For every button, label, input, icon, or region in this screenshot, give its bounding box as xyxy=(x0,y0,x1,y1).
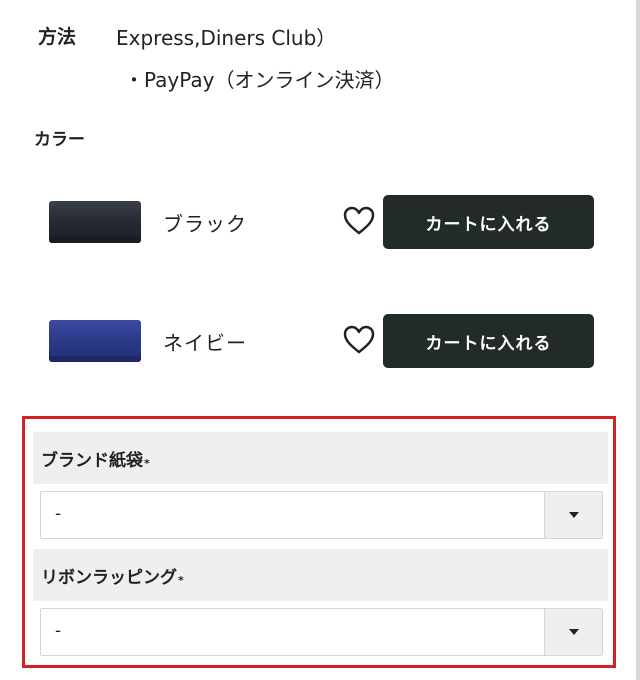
add-to-cart-button[interactable]: カートに入れる xyxy=(383,314,594,368)
payment-method-text: ・PayPay（オンライン決済） xyxy=(124,68,395,92)
dropdown-toggle[interactable] xyxy=(544,492,602,538)
favorite-button[interactable] xyxy=(342,324,376,356)
ribbon-select[interactable]: - xyxy=(40,608,603,656)
color-heading: カラー xyxy=(34,130,85,150)
product-thumbnail xyxy=(49,320,141,362)
heart-outline-icon xyxy=(343,206,375,235)
bag-option-label: ブランド紙袋* xyxy=(41,451,150,471)
favorite-button[interactable] xyxy=(342,205,376,237)
bag-option-header: ブランド紙袋* xyxy=(33,432,608,484)
dropdown-toggle[interactable] xyxy=(544,609,602,655)
caret-down-icon xyxy=(569,512,579,518)
color-variant-black: ブラック カートに入れる xyxy=(0,193,640,253)
caret-down-icon xyxy=(569,629,579,635)
ribbon-option-label: リボンラッピング* xyxy=(41,568,184,588)
bag-select[interactable]: - xyxy=(40,491,603,539)
select-value: - xyxy=(55,504,62,524)
heart-outline-icon xyxy=(343,325,375,354)
add-to-cart-button[interactable]: カートに入れる xyxy=(383,195,594,249)
ribbon-option-header: リボンラッピング* xyxy=(33,549,608,601)
select-value: - xyxy=(55,621,62,641)
required-mark: * xyxy=(144,457,150,470)
color-variant-navy: ネイビー カートに入れる xyxy=(0,312,640,372)
options-highlight-box: ブランド紙袋* - リボンラッピング* - xyxy=(22,416,616,668)
variant-name: ネイビー xyxy=(163,331,247,355)
payment-method-label: 方法 xyxy=(38,26,77,48)
variant-name: ブラック xyxy=(163,212,247,236)
product-thumbnail xyxy=(49,201,141,243)
required-mark: * xyxy=(178,574,184,587)
payment-method-text: Express,Diners Club） xyxy=(116,26,337,50)
